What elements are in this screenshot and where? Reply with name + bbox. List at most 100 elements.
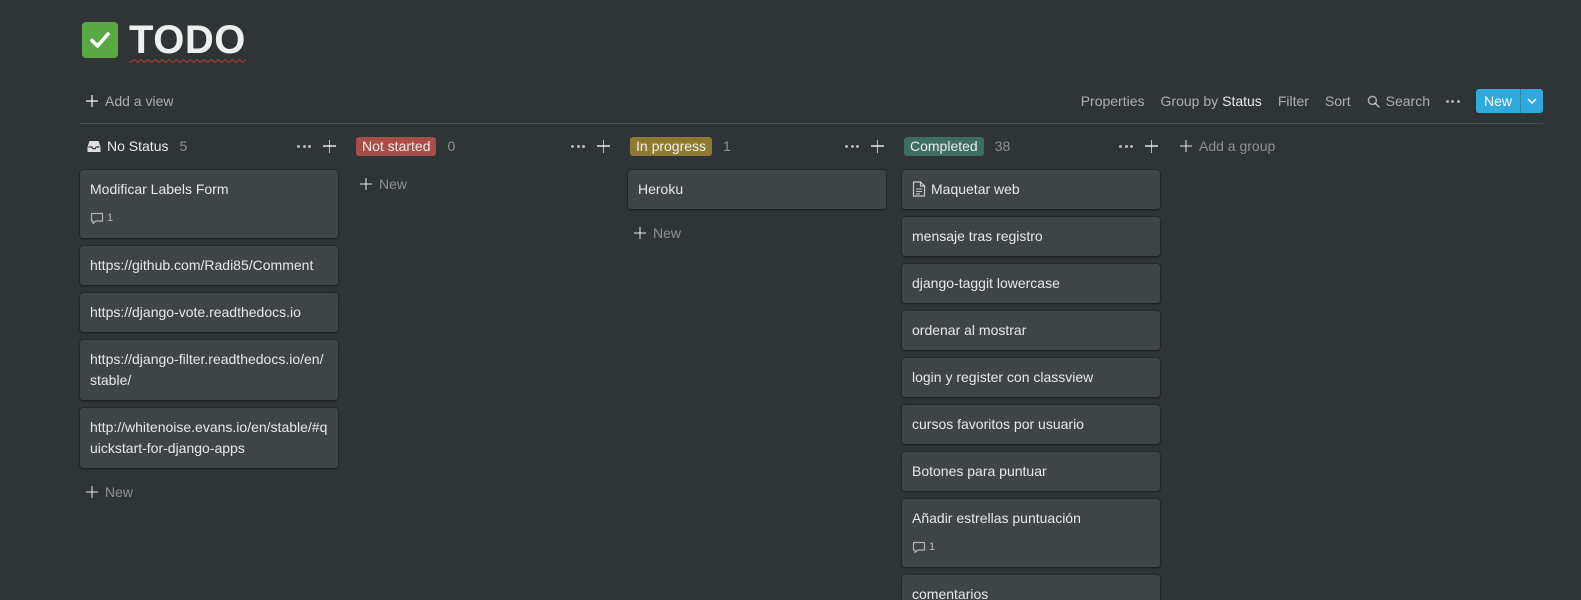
add-card-icon[interactable]: [1145, 139, 1158, 153]
new-dropdown-button[interactable]: [1520, 89, 1543, 113]
sort-label: Sort: [1324, 93, 1351, 109]
plus-icon: [360, 178, 372, 190]
add-new-card-button[interactable]: New: [80, 480, 338, 504]
inbox-icon: [87, 140, 101, 152]
column-title-group[interactable]: In progress 1: [628, 136, 731, 156]
column-header: In progress 1: [628, 132, 886, 160]
card-title-row: cursos favoritos por usuario: [912, 414, 1150, 435]
card-title: cursos favoritos por usuario: [912, 416, 1084, 432]
board-card[interactable]: comentarios: [902, 575, 1160, 600]
page-title[interactable]: TODO: [129, 18, 246, 63]
group-by-label: Group by: [1160, 93, 1219, 109]
page-title-row: TODO: [82, 18, 246, 62]
board-card[interactable]: mensaje tras registro: [902, 217, 1160, 256]
column-count: 1: [723, 138, 731, 154]
plus-icon: [634, 227, 646, 239]
view-toolbar: Add a view Properties Group by Status Fi…: [80, 86, 1543, 116]
card-title: Heroku: [638, 181, 684, 197]
card-title-row: https://github.com/Radi85/Comment: [90, 255, 328, 276]
board-column: Not started 0 New: [354, 132, 612, 196]
column-header: Not started 0: [354, 132, 612, 160]
add-new-card-button[interactable]: New: [354, 172, 612, 196]
new-button-label: New: [1483, 93, 1512, 109]
new-button-group: New: [1475, 89, 1543, 113]
add-card-icon[interactable]: [323, 139, 336, 153]
document-icon: [912, 181, 926, 197]
status-badge: Completed: [904, 136, 984, 156]
properties-button[interactable]: Properties: [1073, 87, 1153, 115]
filter-label: Filter: [1277, 93, 1309, 109]
board-card[interactable]: cursos favoritos por usuario: [902, 405, 1160, 444]
more-horizontal-icon[interactable]: [1119, 144, 1133, 148]
board-card[interactable]: https://django-vote.readthedocs.io: [80, 293, 338, 332]
card-title: ordenar al mostrar: [912, 322, 1027, 338]
card-title: mensaje tras registro: [912, 228, 1043, 244]
plus-icon: [1180, 140, 1192, 152]
card-title-row: ordenar al mostrar: [912, 320, 1150, 341]
column-title-group[interactable]: Completed 38: [902, 136, 1010, 156]
toolbar-actions: Properties Group by Status Filter Sort S…: [1073, 87, 1543, 115]
board-card[interactable]: Maquetar web: [902, 170, 1160, 209]
search-button[interactable]: Search: [1359, 87, 1438, 115]
group-by-button[interactable]: Group by Status: [1153, 87, 1270, 115]
board-card[interactable]: https://django-filter.readthedocs.io/en/…: [80, 340, 338, 400]
card-title: Añadir estrellas puntuación: [912, 510, 1081, 526]
card-title: https://django-vote.readthedocs.io: [90, 304, 301, 320]
board-card[interactable]: login y register con classview: [902, 358, 1160, 397]
column-actions: [1119, 139, 1158, 153]
board-card[interactable]: https://github.com/Radi85/Comment: [80, 246, 338, 285]
board-card[interactable]: ordenar al mostrar: [902, 311, 1160, 350]
more-horizontal-icon[interactable]: [297, 144, 311, 148]
add-new-card-button[interactable]: New: [628, 221, 886, 245]
board-card[interactable]: Heroku: [628, 170, 886, 209]
filter-button[interactable]: Filter: [1270, 87, 1317, 115]
card-title-row: http://whitenoise.evans.io/en/stable/#qu…: [90, 417, 328, 459]
column-actions: [571, 139, 610, 153]
card-title: Botones para puntuar: [912, 463, 1047, 479]
add-view-button[interactable]: Add a view: [80, 87, 179, 115]
add-view-label: Add a view: [105, 93, 174, 109]
card-title: comentarios: [912, 586, 989, 600]
card-title: Modificar Labels Form: [90, 181, 229, 197]
more-options-button[interactable]: [1438, 87, 1468, 115]
board-card[interactable]: Modificar Labels Form 1: [80, 170, 338, 238]
board-card[interactable]: Botones para puntuar: [902, 452, 1160, 491]
column-title-group[interactable]: No Status 5: [80, 138, 187, 154]
plus-icon: [86, 95, 98, 107]
new-button[interactable]: New: [1476, 89, 1520, 113]
card-title: http://whitenoise.evans.io/en/stable/#qu…: [90, 419, 328, 456]
card-title-row: Añadir estrellas puntuación: [912, 508, 1150, 529]
card-title: https://github.com/Radi85/Comment: [90, 257, 314, 273]
add-group-button[interactable]: Add a group: [1180, 132, 1275, 160]
card-title-row: Maquetar web: [912, 179, 1150, 200]
more-horizontal-icon[interactable]: [571, 144, 585, 148]
comment-count: 1: [90, 208, 328, 229]
card-title-row: mensaje tras registro: [912, 226, 1150, 247]
check-mark-icon[interactable]: [82, 22, 118, 58]
comment-count-value: 1: [929, 541, 936, 553]
status-badge: Not started: [356, 136, 437, 156]
properties-label: Properties: [1080, 93, 1145, 109]
sort-button[interactable]: Sort: [1317, 87, 1359, 115]
search-icon: [1367, 95, 1380, 108]
more-horizontal-icon[interactable]: [845, 144, 859, 148]
board-card[interactable]: Añadir estrellas puntuación 1: [902, 499, 1160, 567]
board-card[interactable]: http://whitenoise.evans.io/en/stable/#qu…: [80, 408, 338, 468]
card-title-row: Heroku: [638, 179, 876, 200]
card-title-row: Botones para puntuar: [912, 461, 1150, 482]
plus-icon: [86, 486, 98, 498]
column-title-group[interactable]: Not started 0: [354, 136, 455, 156]
add-new-label: New: [105, 484, 134, 500]
column-count: 5: [179, 138, 188, 154]
status-badge: In progress: [630, 136, 713, 156]
add-card-icon[interactable]: [871, 139, 884, 153]
add-group-label: Add a group: [1199, 138, 1276, 154]
card-title: login y register con classview: [912, 369, 1094, 385]
add-card-icon[interactable]: [597, 139, 610, 153]
card-title-row: https://django-vote.readthedocs.io: [90, 302, 328, 323]
search-label: Search: [1385, 93, 1430, 109]
more-horizontal-icon: [1445, 99, 1460, 103]
toolbar-divider: [80, 123, 1543, 124]
column-actions: [845, 139, 884, 153]
board-card[interactable]: django-taggit lowercase: [902, 264, 1160, 303]
